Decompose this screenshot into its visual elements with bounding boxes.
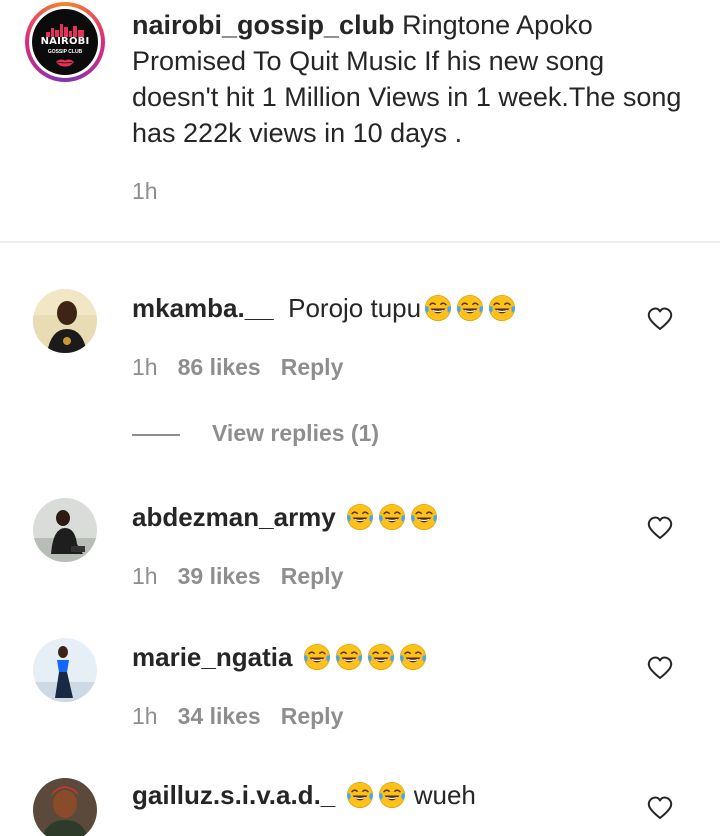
post-caption: NAIROBI GOSSIP CLUB nairobi_gossip_club …	[0, 0, 720, 242]
comment-item: marie_ngatia 1h 34 likes Reply	[0, 636, 720, 766]
logo-subtitle: GOSSIP CLUB	[47, 49, 83, 55]
avatar[interactable]	[33, 778, 97, 836]
laugh-emoji-icon	[302, 642, 332, 672]
nairobi-gossip-club-logo: NAIROBI GOSSIP CLUB	[32, 9, 98, 75]
comment-text: mkamba.__ Porojo tupu	[132, 293, 517, 324]
comment-timestamp: 1h	[132, 563, 158, 589]
laugh-emoji-icon	[423, 293, 453, 323]
comment-timestamp: 1h	[132, 354, 158, 380]
laugh-emoji-icon	[487, 293, 517, 323]
laugh-emoji-icon	[377, 780, 407, 810]
divider	[0, 241, 720, 243]
comment-meta: 1h 39 likes Reply	[132, 563, 363, 590]
caption-text: nairobi_gossip_club Ringtone Apoko Promi…	[132, 7, 692, 151]
comment-username[interactable]: mkamba.__	[132, 293, 274, 323]
laugh-emoji-icon	[366, 642, 396, 672]
comment-text: gailluz.s.i.v.a.d._ wueh	[132, 780, 476, 810]
laugh-emoji-icon	[398, 642, 428, 672]
laugh-emoji-icon	[345, 502, 375, 532]
comment-item: gailluz.s.i.v.a.d._ wueh	[0, 776, 720, 836]
laugh-emoji-icon	[377, 502, 407, 532]
skyline-icon	[46, 24, 84, 37]
comment-text: marie_ngatia	[132, 642, 428, 673]
likes-count[interactable]: 86 likes	[178, 354, 261, 380]
like-heart-icon[interactable]	[647, 796, 673, 820]
likes-count[interactable]: 34 likes	[178, 703, 261, 729]
avatar[interactable]	[33, 289, 97, 353]
caption-username[interactable]: nairobi_gossip_club	[132, 10, 395, 40]
like-heart-icon[interactable]	[647, 656, 673, 680]
replies-dash	[132, 434, 180, 436]
logo-title: NAIROBI	[40, 36, 90, 47]
comment-meta: 1h 34 likes Reply	[132, 703, 363, 730]
comment-text: abdezman_army	[132, 502, 439, 533]
comment-item: mkamba.__ Porojo tupu 1h 86 likes Reply	[0, 287, 720, 417]
avatar-nairobi-gossip-club[interactable]: NAIROBI GOSSIP CLUB	[25, 2, 105, 82]
reply-button[interactable]: Reply	[281, 354, 344, 380]
laugh-emoji-icon	[455, 293, 485, 323]
lips-icon	[56, 59, 74, 67]
laugh-emoji-icon	[345, 780, 375, 810]
comment-timestamp: 1h	[132, 703, 158, 729]
reply-button[interactable]: Reply	[281, 563, 344, 589]
comment-item: abdezman_army 1h 39 likes Reply	[0, 496, 720, 626]
comment-username[interactable]: abdezman_army	[132, 502, 336, 532]
like-heart-icon[interactable]	[647, 307, 673, 331]
likes-count[interactable]: 39 likes	[178, 563, 261, 589]
laugh-emoji-icon	[409, 502, 439, 532]
laugh-emoji-icon	[334, 642, 364, 672]
reply-button[interactable]: Reply	[281, 703, 344, 729]
avatar[interactable]	[33, 498, 97, 562]
like-heart-icon[interactable]	[647, 516, 673, 540]
comment-meta: 1h 86 likes Reply	[132, 354, 363, 381]
avatar[interactable]	[33, 638, 97, 702]
caption-timestamp: 1h	[132, 178, 158, 204]
comment-username[interactable]: marie_ngatia	[132, 642, 292, 672]
view-replies-label: View replies (1)	[212, 420, 380, 446]
comment-username[interactable]: gailluz.s.i.v.a.d._	[132, 780, 335, 810]
